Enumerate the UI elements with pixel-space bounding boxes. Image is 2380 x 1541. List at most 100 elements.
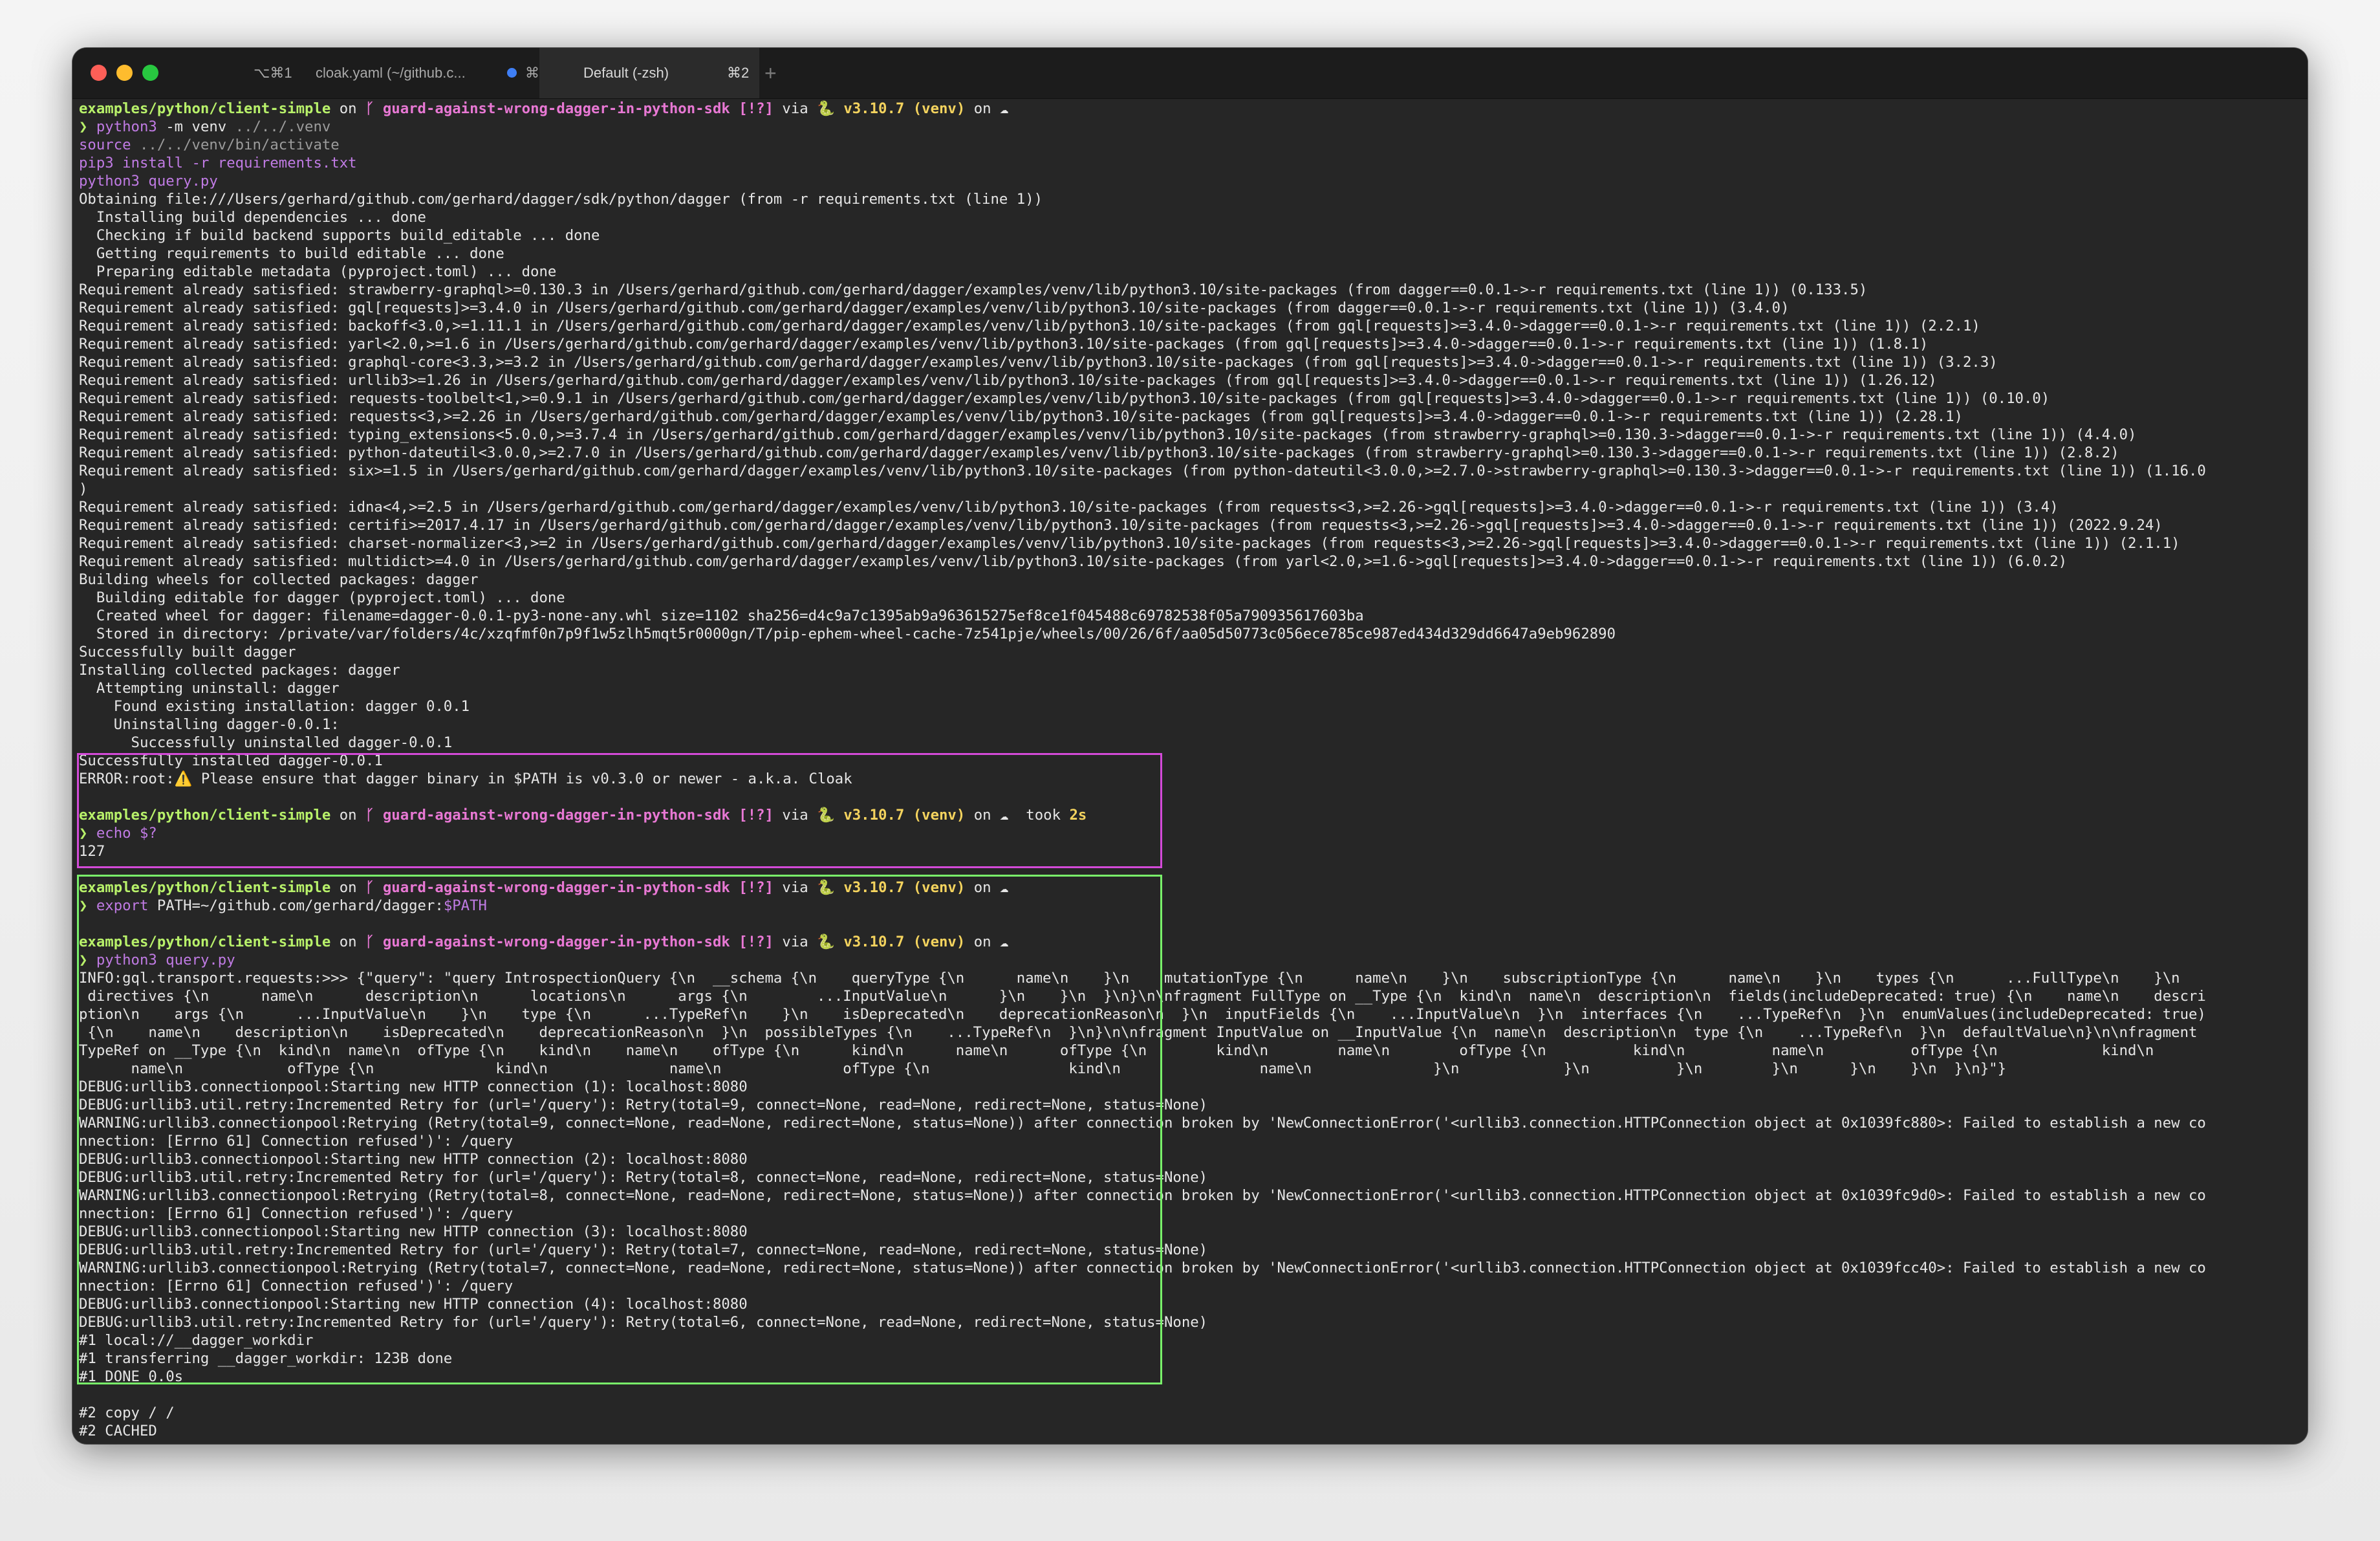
command-token: ../../.venv bbox=[235, 118, 331, 135]
prompt-on: on bbox=[339, 100, 357, 117]
command-line: ❯ python3 -m venv ../../.venv bbox=[79, 118, 2304, 136]
title-bar: ⌥⌘1 cloak.yaml (~/github.c... ⌘1 Default… bbox=[72, 48, 2308, 99]
tab-default-zsh[interactable]: Default (-zsh) ⌘2 bbox=[539, 48, 759, 98]
command-token: ❯ bbox=[79, 825, 96, 842]
output-line: Requirement already satisfied: typing_ex… bbox=[79, 426, 2137, 443]
command-token: $? bbox=[140, 825, 157, 842]
command-token: pip3 bbox=[79, 155, 114, 171]
prompt-path: examples/python/client-simple bbox=[79, 807, 331, 824]
zoom-button[interactable] bbox=[142, 65, 158, 81]
shell-prompt-line: examples/python/client-simple on ᚴ guard… bbox=[79, 100, 2304, 118]
prompt-on: on bbox=[339, 879, 357, 896]
command-token: python3 query.py bbox=[96, 952, 235, 968]
minimize-button[interactable] bbox=[116, 65, 133, 81]
python-icon: 🐍 bbox=[817, 879, 835, 896]
output-line: Requirement already satisfied: certifi>=… bbox=[79, 517, 2163, 534]
command-token: $PATH bbox=[443, 897, 487, 914]
cloud-icon: ☁ bbox=[1000, 100, 1009, 117]
output-line: DEBUG:urllib3.connectionpool:Starting ne… bbox=[79, 1078, 748, 1095]
tab-shortcut: ⌥⌘1 bbox=[254, 65, 292, 81]
output-line: #1 DONE 0.0s bbox=[79, 1368, 184, 1385]
command-token: ❯ bbox=[79, 118, 96, 135]
output-line: ERROR:root:⚠️ Please ensure that dagger … bbox=[79, 770, 852, 787]
git-branch-icon: ᚴ bbox=[365, 934, 374, 950]
prompt-on: on bbox=[973, 100, 991, 117]
output-line: Building editable for dagger (pyproject.… bbox=[79, 589, 565, 606]
python-icon: 🐍 bbox=[817, 807, 835, 824]
git-branch-icon: ᚴ bbox=[365, 100, 374, 117]
shell-prompt-line: examples/python/client-simple on ᚴ guard… bbox=[79, 806, 2304, 824]
new-tab-button[interactable]: + bbox=[764, 48, 777, 98]
output-line: nnection: [Errno 61] Connection refused'… bbox=[79, 1205, 514, 1222]
output-line: DEBUG:urllib3.connectionpool:Starting ne… bbox=[79, 1151, 748, 1168]
output-line: Requirement already satisfied: urllib3>=… bbox=[79, 372, 1937, 389]
command-line: source ../../venv/bin/activate bbox=[79, 136, 2304, 154]
tab-cloak-yaml[interactable]: ⌥⌘1 cloak.yaml (~/github.c... ⌘1 bbox=[169, 48, 547, 98]
command-token: -m venv bbox=[157, 118, 235, 135]
prompt-python-version: v3.10.7 (venv) bbox=[843, 807, 966, 824]
command-line: ❯ python3 query.py bbox=[79, 951, 2304, 969]
output-line: DEBUG:urllib3.util.retry:Incremented Ret… bbox=[79, 1241, 1208, 1258]
prompt-on: on bbox=[973, 879, 991, 896]
output-line: Requirement already satisfied: idna<4,>=… bbox=[79, 499, 2059, 516]
prompt-python-version: v3.10.7 (venv) bbox=[843, 100, 966, 117]
output-line: WARNING:urllib3.connectionpool:Retrying … bbox=[79, 1187, 2206, 1204]
prompt-via: via bbox=[782, 879, 808, 896]
prompt-on: on bbox=[973, 807, 991, 824]
output-line: #1 transferring __dagger_workdir: 123B d… bbox=[79, 1350, 453, 1367]
output-line: Requirement already satisfied: requests<… bbox=[79, 408, 1963, 425]
output-line: DEBUG:urllib3.connectionpool:Starting ne… bbox=[79, 1223, 748, 1240]
prompt-path: examples/python/client-simple bbox=[79, 100, 331, 117]
output-line: #1 local://__dagger_workdir bbox=[79, 1332, 314, 1349]
prompt-git-status: [!?] bbox=[739, 879, 774, 896]
command-token: PATH=~/github.com/gerhard/dagger: bbox=[148, 897, 444, 914]
output-line: Building wheels for collected packages: … bbox=[79, 571, 479, 588]
output-line: name\n ofType {\n kind\n name\n ofType {… bbox=[79, 1060, 2007, 1077]
command-token: source bbox=[79, 137, 131, 153]
output-line: Requirement already satisfied: charset-n… bbox=[79, 535, 2180, 552]
close-button[interactable] bbox=[91, 65, 107, 81]
output-line: Installing build dependencies ... done bbox=[79, 209, 426, 226]
git-branch-icon: ᚴ bbox=[365, 807, 374, 824]
prompt-python-version: v3.10.7 (venv) bbox=[843, 934, 966, 950]
output-line: Uninstalling dagger-0.0.1: bbox=[79, 716, 340, 733]
prompt-on: on bbox=[339, 807, 357, 824]
output-line: nnection: [Errno 61] Connection refused'… bbox=[79, 1133, 514, 1150]
output-line: nnection: [Errno 61] Connection refused'… bbox=[79, 1278, 514, 1295]
prompt-branch: guard-against-wrong-dagger-in-python-sdk bbox=[382, 934, 730, 950]
command-line: ❯ echo $? bbox=[79, 824, 2304, 842]
output-line: Preparing editable metadata (pyproject.t… bbox=[79, 263, 557, 280]
prompt-took: took bbox=[1026, 807, 1061, 824]
command-token bbox=[131, 137, 140, 153]
output-line: WARNING:urllib3.connectionpool:Retrying … bbox=[79, 1260, 2206, 1276]
prompt-via: via bbox=[782, 807, 808, 824]
output-line: {\n name\n description\n isDeprecated\n … bbox=[79, 1024, 2198, 1041]
output-line: Created wheel for dagger: filename=dagge… bbox=[79, 607, 1364, 624]
prompt-path: examples/python/client-simple bbox=[79, 934, 331, 950]
prompt-branch: guard-against-wrong-dagger-in-python-sdk bbox=[382, 807, 730, 824]
output-line: #2 copy / / bbox=[79, 1404, 175, 1421]
command-token: ❯ bbox=[79, 952, 96, 968]
output-line: Requirement already satisfied: python-da… bbox=[79, 444, 2119, 461]
prompt-git-status: [!?] bbox=[739, 807, 774, 824]
command-line: python3 query.py bbox=[79, 172, 2304, 190]
prompt-branch: guard-against-wrong-dagger-in-python-sdk bbox=[382, 100, 730, 117]
terminal-output[interactable]: examples/python/client-simple on ᚴ guard… bbox=[79, 100, 2304, 1440]
output-line: Requirement already satisfied: requests-… bbox=[79, 390, 2050, 407]
prompt-duration: 2s bbox=[1069, 807, 1087, 824]
prompt-python-version: v3.10.7 (venv) bbox=[843, 879, 966, 896]
command-token: python3 bbox=[96, 118, 157, 135]
output-line: Requirement already satisfied: six>=1.5 … bbox=[79, 463, 2206, 479]
prompt-git-status: [!?] bbox=[739, 934, 774, 950]
output-line: Attempting uninstall: dagger bbox=[79, 680, 340, 697]
output-line: Found existing installation: dagger 0.0.… bbox=[79, 698, 470, 715]
prompt-via: via bbox=[782, 934, 808, 950]
command-line: pip3 install -r requirements.txt bbox=[79, 154, 2304, 172]
shell-prompt-line: examples/python/client-simple on ᚴ guard… bbox=[79, 933, 2304, 951]
output-line: Requirement already satisfied: multidict… bbox=[79, 553, 2068, 570]
output-line: WARNING:urllib3.connectionpool:Retrying … bbox=[79, 1115, 2206, 1131]
output-line: directives {\n name\n description\n loca… bbox=[79, 988, 2206, 1005]
